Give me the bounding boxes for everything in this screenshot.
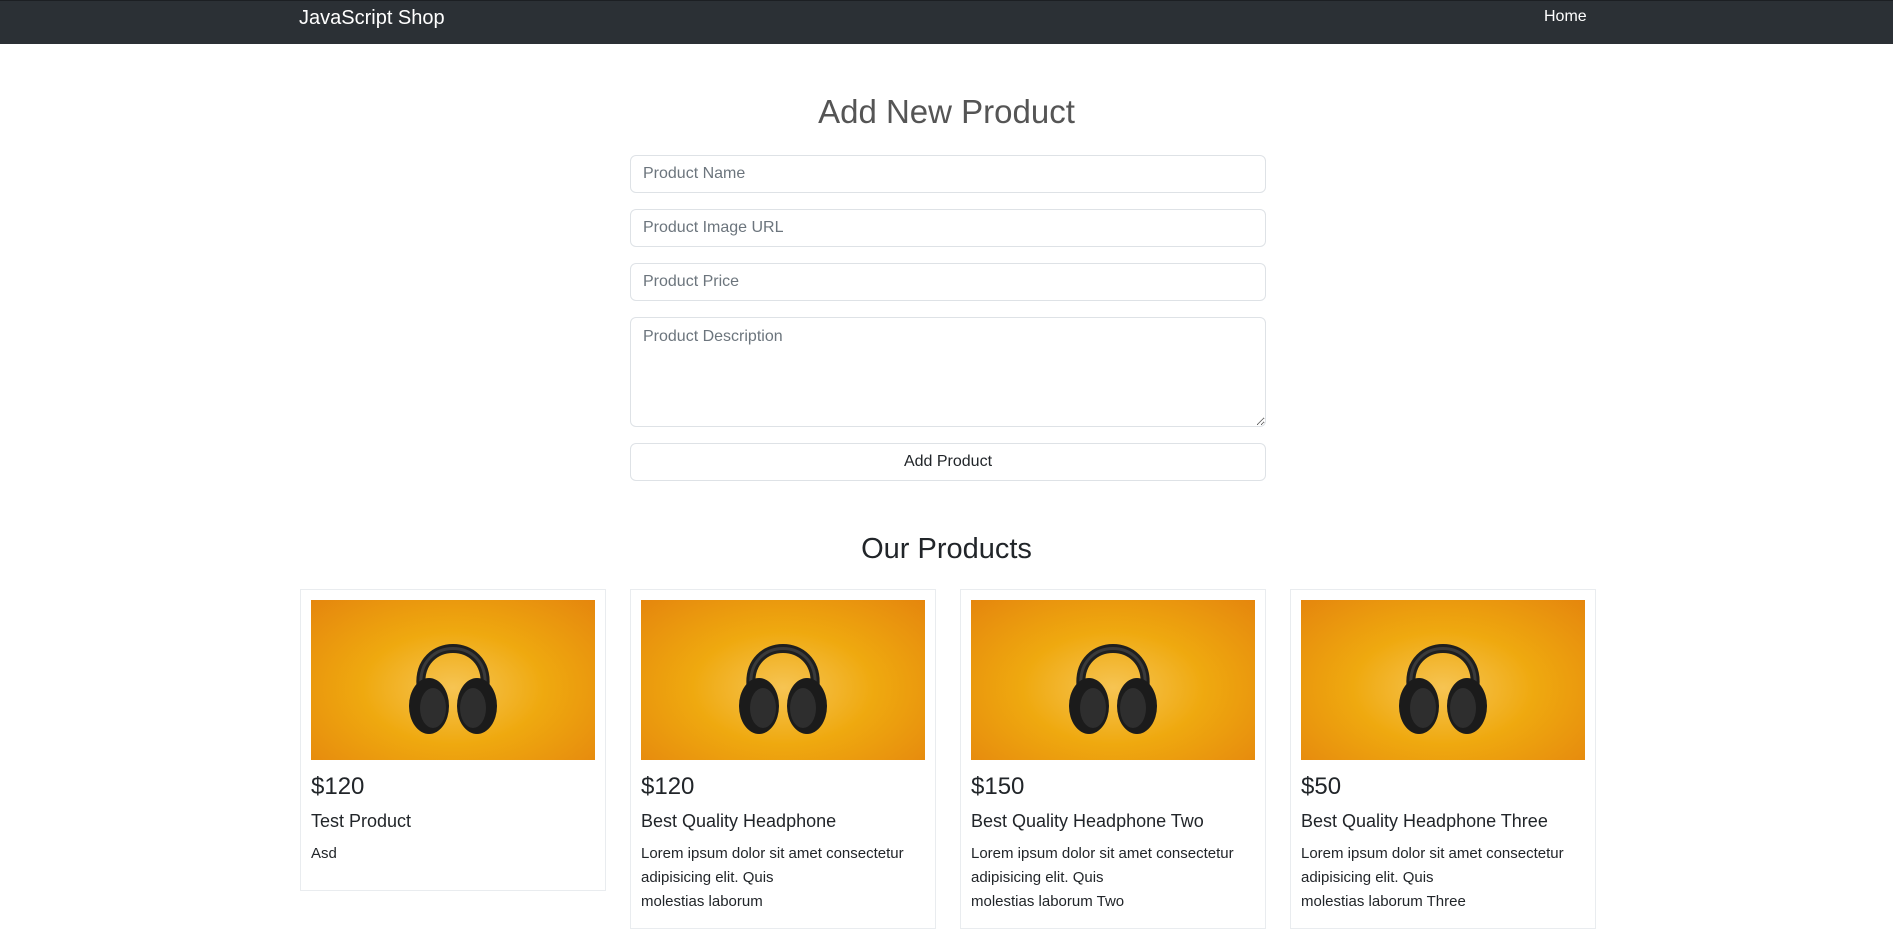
product-description-line: Asd <box>311 845 337 862</box>
product-description: Asd <box>311 842 595 866</box>
product-image <box>1301 600 1585 760</box>
product-image <box>971 600 1255 760</box>
headphones-icon <box>739 644 827 734</box>
product-price: $120 <box>641 773 695 800</box>
product-description: Lorem ipsum dolor sit amet consectetur a… <box>971 842 1255 914</box>
product-name-input[interactable] <box>630 155 1266 193</box>
product-description-line: adipisicing elit. Quis <box>641 869 774 886</box>
product-description-line: molestias laborum Two <box>971 893 1125 910</box>
product-name: Best Quality Headphone Two <box>971 811 1204 831</box>
product-description-textarea[interactable] <box>630 317 1266 427</box>
product-description-line: adipisicing elit. Quis <box>1301 869 1434 886</box>
product-image <box>641 600 925 760</box>
product-image-url-input[interactable] <box>630 209 1266 247</box>
add-product-button[interactable]: Add Product <box>630 443 1266 481</box>
product-description-line: Lorem ipsum dolor sit amet consectetur <box>641 845 904 862</box>
form-title: Add New Product <box>818 93 1075 130</box>
product-name: Best Quality Headphone Three <box>1301 811 1548 831</box>
brand-link[interactable]: JavaScript Shop <box>299 6 445 30</box>
product-description-line: molestias laborum <box>641 893 763 910</box>
product-description-line: Lorem ipsum dolor sit amet consectetur <box>1301 845 1564 862</box>
product-image <box>311 600 595 760</box>
headphones-icon <box>1069 644 1157 734</box>
product-description: Lorem ipsum dolor sit amet consectetur a… <box>641 842 925 914</box>
headphones-icon <box>1399 644 1487 734</box>
products-title: Our Products <box>861 533 1032 565</box>
product-description-line: adipisicing elit. Quis <box>971 869 1104 886</box>
product-card: $50 Best Quality Headphone Three Lorem i… <box>1290 589 1596 929</box>
product-description-line: molestias laborum Three <box>1301 893 1466 910</box>
product-name: Test Product <box>311 811 412 831</box>
product-card: $120 Test Product Asd <box>300 589 606 891</box>
nav-link-home[interactable]: Home <box>1544 7 1587 27</box>
navbar: JavaScript Shop Home <box>0 0 1893 44</box>
product-name: Best Quality Headphone <box>641 811 837 831</box>
product-price: $50 <box>1301 773 1342 800</box>
product-card: $150 Best Quality Headphone Two Lorem ip… <box>960 589 1266 929</box>
product-description-line: Lorem ipsum dolor sit amet consectetur <box>971 845 1234 862</box>
product-price: $120 <box>311 773 365 800</box>
product-price: $150 <box>971 773 1025 800</box>
product-price-input[interactable] <box>630 263 1266 301</box>
product-description: Lorem ipsum dolor sit amet consectetur a… <box>1301 842 1585 914</box>
headphones-icon <box>409 644 497 734</box>
product-card: $120 Best Quality Headphone Lorem ipsum … <box>630 589 936 929</box>
